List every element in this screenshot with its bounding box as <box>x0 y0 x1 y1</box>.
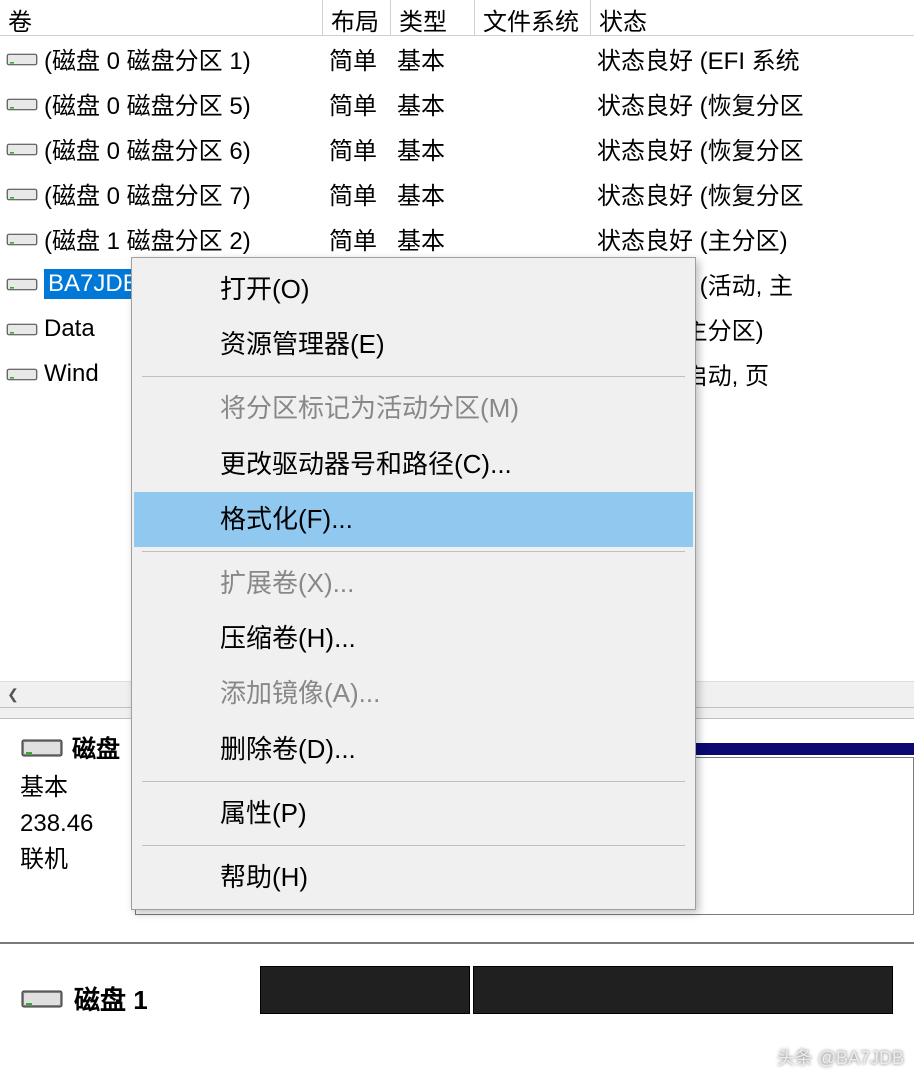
menu-separator <box>142 376 685 377</box>
volume-icon <box>6 140 38 158</box>
volume-icon <box>6 50 38 68</box>
scroll-left-button[interactable]: ❮ <box>0 682 26 708</box>
volume-name-cell: (磁盘 1 磁盘分区 2) <box>0 221 323 256</box>
volume-row[interactable]: (磁盘 0 磁盘分区 6) 简单基本 状态良好 (恢复分区 <box>0 126 914 171</box>
disk1-partition-1[interactable] <box>260 966 470 1014</box>
volume-status: 状态良好 (主分区) <box>591 221 914 256</box>
volume-name: (磁盘 0 磁盘分区 1) <box>44 41 251 76</box>
volume-name: (磁盘 0 磁盘分区 7) <box>44 176 251 211</box>
menu-item: 扩展卷(X)... <box>134 556 693 611</box>
table-header: 卷 布局 类型 文件系统 状态 <box>0 0 914 36</box>
menu-item[interactable]: 资源管理器(E) <box>134 317 693 372</box>
disk1-graphical-section: 磁盘 1 <box>0 954 914 1024</box>
disk-icon <box>20 732 64 762</box>
disk1-title: 磁盘 1 <box>74 980 148 1017</box>
disk1-partition-2[interactable] <box>473 966 893 1014</box>
header-layout[interactable]: 布局 <box>323 0 391 35</box>
disk0-type: 基本 <box>20 770 127 806</box>
volume-layout: 简单 <box>323 221 391 256</box>
menu-item[interactable]: 压缩卷(H)... <box>134 611 693 666</box>
volume-status: 状态良好 (EFI 系统 <box>591 41 914 76</box>
volume-layout: 简单 <box>323 86 391 121</box>
volume-name: (磁盘 0 磁盘分区 5) <box>44 86 251 121</box>
volume-layout: 简单 <box>323 131 391 166</box>
volume-icon <box>6 230 38 248</box>
volume-row[interactable]: (磁盘 0 磁盘分区 1) 简单基本 状态良好 (EFI 系统 <box>0 36 914 81</box>
volume-name-cell: (磁盘 0 磁盘分区 7) <box>0 176 323 211</box>
menu-item[interactable]: 属性(P) <box>134 786 693 841</box>
disk0-status: 联机 <box>20 842 127 878</box>
header-volume[interactable]: 卷 <box>0 0 323 35</box>
volume-row[interactable]: (磁盘 0 磁盘分区 7) 简单基本 状态良好 (恢复分区 <box>0 171 914 216</box>
menu-item[interactable]: 删除卷(D)... <box>134 722 693 777</box>
context-menu: 打开(O)资源管理器(E) 将分区标记为活动分区(M)更改驱动器号和路径(C)..… <box>131 257 696 910</box>
volume-layout: 简单 <box>323 41 391 76</box>
disk1-info-panel[interactable]: 磁盘 1 <box>0 954 260 1024</box>
volume-name: Data <box>44 315 95 343</box>
volume-name: Wind <box>44 360 99 388</box>
volume-type: 基本 <box>391 131 475 166</box>
volume-name-cell: (磁盘 0 磁盘分区 1) <box>0 41 323 76</box>
volume-layout: 简单 <box>323 176 391 211</box>
volume-name-cell: (磁盘 0 磁盘分区 6) <box>0 131 323 166</box>
menu-separator <box>142 845 685 846</box>
disk1-partitions <box>260 954 914 1024</box>
disk0-title: 磁盘 <box>72 729 120 764</box>
volume-name-cell: (磁盘 0 磁盘分区 5) <box>0 86 323 121</box>
header-type[interactable]: 类型 <box>391 0 475 35</box>
disk-icon <box>20 983 64 1013</box>
volume-icon <box>6 365 38 383</box>
menu-item: 添加镜像(A)... <box>134 666 693 721</box>
volume-icon <box>6 275 38 293</box>
volume-row[interactable]: (磁盘 1 磁盘分区 2) 简单基本 状态良好 (主分区) <box>0 216 914 261</box>
volume-type: 基本 <box>391 41 475 76</box>
volume-name: (磁盘 1 磁盘分区 2) <box>44 221 251 256</box>
disk0-info-panel[interactable]: 磁盘 基本 238.46 联机 <box>0 719 135 942</box>
menu-separator <box>142 551 685 552</box>
volume-icon <box>6 95 38 113</box>
volume-icon <box>6 320 38 338</box>
menu-item[interactable]: 格式化(F)... <box>134 492 693 547</box>
volume-status: 状态良好 (恢复分区 <box>591 131 914 166</box>
watermark: 头条 @BA7JDB <box>777 1044 904 1070</box>
menu-item: 将分区标记为活动分区(M) <box>134 381 693 436</box>
volume-status: 状态良好 (恢复分区 <box>591 176 914 211</box>
volume-name: (磁盘 0 磁盘分区 6) <box>44 131 251 166</box>
volume-row[interactable]: (磁盘 0 磁盘分区 5) 简单基本 状态良好 (恢复分区 <box>0 81 914 126</box>
menu-separator <box>142 781 685 782</box>
header-filesystem[interactable]: 文件系统 <box>475 0 591 35</box>
disk0-size: 238.46 <box>20 806 127 842</box>
volume-type: 基本 <box>391 86 475 121</box>
volume-status: 状态良好 (恢复分区 <box>591 86 914 121</box>
menu-item[interactable]: 更改驱动器号和路径(C)... <box>134 437 693 492</box>
volume-type: 基本 <box>391 176 475 211</box>
volume-icon <box>6 185 38 203</box>
header-status[interactable]: 状态 <box>591 0 914 35</box>
menu-item[interactable]: 打开(O) <box>134 262 693 317</box>
menu-item[interactable]: 帮助(H) <box>134 850 693 905</box>
volume-type: 基本 <box>391 221 475 256</box>
